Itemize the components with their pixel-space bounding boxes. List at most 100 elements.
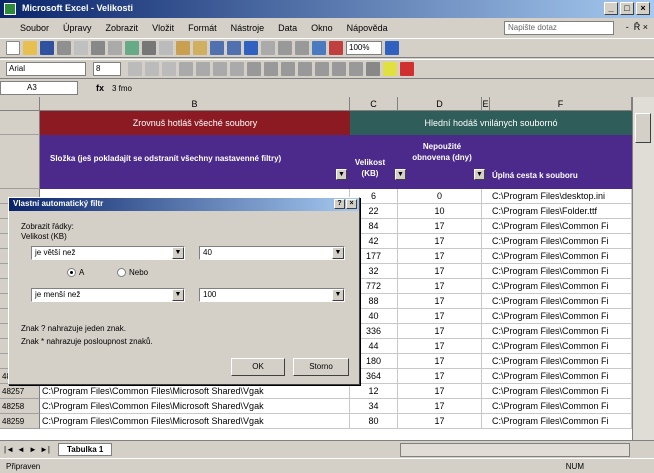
cell-days[interactable]: 17	[398, 324, 482, 339]
percent-icon[interactable]	[264, 62, 278, 76]
menu-napoveda[interactable]: Nápověda	[347, 23, 388, 33]
select-all-corner[interactable]	[0, 97, 40, 111]
condition1-operator-select[interactable]: je větší než ▼	[31, 246, 185, 260]
cell-folder[interactable]: C:\Program Files\Common Files\Microsoft …	[40, 414, 350, 429]
permission-icon[interactable]	[57, 41, 71, 55]
column-header-c[interactable]: C	[350, 97, 398, 111]
menu-nastroje[interactable]: Nástroje	[231, 23, 265, 33]
horizontal-scrollbar[interactable]	[400, 443, 630, 457]
cell-folder[interactable]: C:\Program Files\Common Files\Microsoft …	[40, 399, 350, 414]
next-sheet-button[interactable]: ►	[28, 445, 38, 454]
cell-full-path[interactable]: C:\Program Files\Common Fi	[482, 324, 632, 339]
chevron-down-icon[interactable]: ▼	[332, 247, 344, 259]
condition1-value-select[interactable]: 40 ▼	[199, 246, 345, 260]
cell-days[interactable]: 17	[398, 234, 482, 249]
row-header[interactable]: 48258	[0, 399, 40, 414]
formula-input[interactable]: 3 fmo	[112, 84, 132, 93]
cell-days[interactable]: 17	[398, 279, 482, 294]
zoom-select[interactable]: 100%	[346, 41, 382, 55]
column-header-e[interactable]: E	[482, 97, 490, 111]
menu-upravy[interactable]: Úpravy	[63, 23, 92, 33]
cell-days[interactable]: 0	[398, 189, 482, 204]
save-disk-icon[interactable]	[40, 41, 54, 55]
filter-dropdown-folder[interactable]: ▼	[336, 169, 347, 180]
sort-ascending-icon[interactable]	[278, 41, 292, 55]
dialog-close-button[interactable]: ×	[346, 199, 357, 209]
chevron-down-icon[interactable]: ▼	[332, 289, 344, 301]
chevron-down-icon[interactable]: ▼	[172, 289, 184, 301]
column-header-f[interactable]: F	[490, 97, 632, 111]
open-folder-icon[interactable]	[23, 41, 37, 55]
fx-icon[interactable]: fx	[96, 83, 108, 93]
condition2-value-select[interactable]: 100 ▼	[199, 288, 345, 302]
paste-icon[interactable]	[176, 41, 190, 55]
last-sheet-button[interactable]: ►|	[40, 445, 50, 454]
undo-icon[interactable]	[210, 41, 224, 55]
maximize-button[interactable]: □	[620, 2, 634, 15]
cell-full-path[interactable]: C:\Program Files\Common Fi	[482, 354, 632, 369]
cell-days[interactable]: 17	[398, 414, 482, 429]
row-header[interactable]	[0, 111, 40, 135]
cell-days[interactable]: 10	[398, 204, 482, 219]
chevron-down-icon[interactable]: ▼	[172, 247, 184, 259]
dialog-help-button[interactable]: ?	[334, 199, 345, 209]
cell-folder[interactable]: C:\Program Files\Common Files\Microsoft …	[40, 384, 350, 399]
align-center-icon[interactable]	[196, 62, 210, 76]
sheet-tab-tabulka1[interactable]: Tabulka 1	[58, 443, 113, 456]
bold-icon[interactable]	[128, 62, 142, 76]
filter-dropdown-size[interactable]: ▼	[395, 169, 406, 180]
document-window-controls[interactable]: - Ř ×	[626, 22, 648, 32]
vertical-scrollbar[interactable]	[632, 97, 654, 440]
help-question-input[interactable]: Napište dotaz	[504, 21, 614, 35]
row-header[interactable]: 48259	[0, 414, 40, 429]
close-button[interactable]: ×	[636, 2, 650, 15]
font-size-select[interactable]: 8	[93, 62, 121, 76]
cell-full-path[interactable]: C:\Program Files\Common Fi	[482, 294, 632, 309]
format-painter-icon[interactable]	[193, 41, 207, 55]
currency-icon[interactable]	[247, 62, 261, 76]
autosum-icon[interactable]	[261, 41, 275, 55]
borders-icon[interactable]	[366, 62, 380, 76]
menu-okno[interactable]: Okno	[311, 23, 333, 33]
cell-days[interactable]: 17	[398, 294, 482, 309]
font-color-icon[interactable]	[400, 62, 414, 76]
font-name-select[interactable]: Arial	[6, 62, 86, 76]
menu-vlozit[interactable]: Vložit	[152, 23, 174, 33]
sort-descending-icon[interactable]	[295, 41, 309, 55]
cell-full-path[interactable]: C:\Program Files\Common Fi	[482, 234, 632, 249]
cancel-button[interactable]: Storno	[293, 358, 349, 376]
column-header-d[interactable]: D	[398, 97, 482, 111]
cell-days[interactable]: 17	[398, 399, 482, 414]
row-header[interactable]: 48257	[0, 384, 40, 399]
cell-days[interactable]: 17	[398, 339, 482, 354]
cell-days[interactable]: 17	[398, 384, 482, 399]
filter-dropdown-days[interactable]: ▼	[474, 169, 485, 180]
spelling-icon[interactable]	[125, 41, 139, 55]
cut-icon[interactable]	[142, 41, 156, 55]
print-icon[interactable]	[91, 41, 105, 55]
condition2-operator-select[interactable]: je menší než ▼	[31, 288, 185, 302]
first-sheet-button[interactable]: |◄	[4, 445, 14, 454]
cell-days[interactable]: 17	[398, 369, 482, 384]
menu-soubor[interactable]: Soubor	[20, 23, 49, 33]
minimize-button[interactable]: _	[604, 2, 618, 15]
increase-indent-icon[interactable]	[349, 62, 363, 76]
column-header-b[interactable]: B	[40, 97, 350, 111]
cell-full-path[interactable]: C:\Program Files\Common Fi	[482, 264, 632, 279]
merge-center-icon[interactable]	[230, 62, 244, 76]
italic-icon[interactable]	[145, 62, 159, 76]
email-icon[interactable]	[74, 41, 88, 55]
ok-button[interactable]: OK	[231, 358, 285, 376]
cell-full-path[interactable]: C:\Program Files\Common Fi	[482, 339, 632, 354]
fill-color-icon[interactable]	[383, 62, 397, 76]
cell-full-path[interactable]: C:\Program Files\Common Fi	[482, 249, 632, 264]
comma-style-icon[interactable]	[281, 62, 295, 76]
decrease-indent-icon[interactable]	[332, 62, 346, 76]
name-box[interactable]: A3	[0, 81, 78, 95]
align-right-icon[interactable]	[213, 62, 227, 76]
menu-format[interactable]: Formát	[188, 23, 217, 33]
align-left-icon[interactable]	[179, 62, 193, 76]
cell-full-path[interactable]: C:\Program Files\desktop.ini	[482, 189, 632, 204]
cell-days[interactable]: 17	[398, 354, 482, 369]
menu-data[interactable]: Data	[278, 23, 297, 33]
